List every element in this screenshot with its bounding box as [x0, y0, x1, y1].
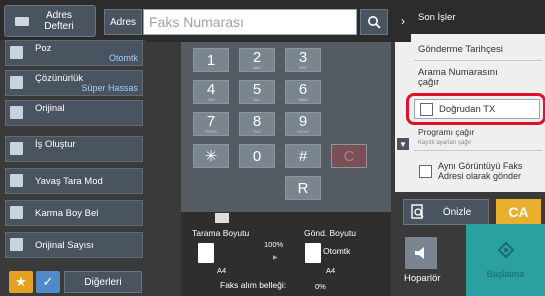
key-4[interactable]: 4 GHI [193, 80, 229, 104]
direct-tx-checkbox[interactable] [420, 102, 433, 116]
setting-value: Otomtk [108, 53, 138, 63]
chevron-down-icon: ▼ [399, 139, 407, 149]
address-book-icon [15, 16, 29, 26]
ratio-text: 100% [264, 240, 284, 249]
check-icon: ✓ [42, 274, 54, 289]
recent-jobs-label: Son İşler [418, 12, 456, 23]
key-6[interactable]: 6 MNO [285, 80, 321, 104]
check-settings-button[interactable]: ✓ [36, 271, 60, 293]
fax-memory-label: Faks alım belleği: [220, 280, 287, 290]
same-image-fax-label: Aynı Görüntüyü Faks Adresi olarak gönder [438, 161, 523, 181]
clear-all-button[interactable]: CA [496, 199, 541, 225]
setting-label: Çözünürlük [35, 73, 84, 84]
direct-tx-label: Doğrudan TX [439, 103, 496, 115]
setting-label: Yavaş Tara Mod [35, 176, 103, 187]
search-button[interactable] [360, 9, 388, 35]
same-image-fax-option[interactable]: Aynı Görüntüyü Faks Adresi olarak gönder [414, 158, 542, 184]
key-8[interactable]: 8 TUV [239, 112, 275, 136]
scan-page-icon[interactable] [198, 243, 214, 263]
star-icon: ★ [15, 274, 27, 289]
saved-settings-link[interactable]: Kayıtlı ayarları çağır [418, 140, 471, 146]
slow-scan-icon [10, 174, 23, 187]
send-page-icon[interactable] [305, 243, 321, 263]
chevron-right-icon: › [401, 14, 405, 28]
key-star[interactable]: ✳ [193, 144, 229, 168]
numeric-keypad: 1 2 ABC 3 DEF 4 GHI 5 JKL 6 MNO 7 PQRS 8 TUV 9W… [181, 42, 391, 212]
key-clear[interactable]: C [331, 144, 367, 168]
fax-memory-value: 0% [315, 282, 326, 291]
setting-label: Karma Boy Bel [35, 208, 99, 219]
key-7[interactable]: 7 PQRS [193, 112, 229, 136]
divider [414, 150, 542, 151]
address-button[interactable]: Adres [104, 9, 142, 35]
setting-original[interactable]: Orijinal [5, 100, 143, 126]
key-0[interactable]: 0 [239, 144, 275, 168]
exposure-icon [10, 46, 23, 59]
scan-size-label: Tarama Boyutu [192, 228, 250, 238]
call-number-link[interactable]: Arama Numarasını çağır [418, 68, 498, 88]
key-redial[interactable]: R [285, 176, 321, 200]
others-button[interactable]: Diğerleri [64, 271, 142, 293]
setting-original-count[interactable]: Orijinal Sayısı [5, 232, 143, 258]
same-image-fax-checkbox[interactable] [419, 164, 432, 178]
original-count-icon [10, 238, 23, 251]
program-call-link[interactable]: Programı çağır [418, 127, 474, 137]
setting-job-build[interactable]: İş Oluştur [5, 136, 143, 162]
key-3[interactable]: 3 DEF [285, 48, 321, 72]
setting-label: Orijinal Sayısı [35, 240, 94, 251]
scan-paper-size: A4 [217, 266, 227, 275]
speaker-icon [415, 247, 424, 259]
search-icon [368, 16, 381, 29]
scroll-down-button[interactable]: ▼ [397, 138, 409, 150]
key-2[interactable]: 2 ABC [239, 48, 275, 72]
favorite-button[interactable]: ★ [9, 271, 33, 293]
scanner-icon [215, 213, 229, 223]
resolution-icon [10, 76, 23, 89]
setting-exposure[interactable]: Poz Otomtk [5, 40, 143, 66]
preview-button[interactable]: Önizle [403, 199, 489, 225]
setting-value: Süper Hassas [81, 83, 138, 93]
job-build-icon [10, 142, 23, 155]
start-button[interactable]: Başlatma [466, 224, 545, 296]
setting-label: İş Oluştur [35, 139, 76, 150]
setting-label: Poz [35, 43, 52, 54]
address-book-button[interactable]: Adres Defteri [4, 5, 96, 37]
original-icon [10, 106, 23, 119]
start-label: Başlatma [486, 269, 525, 279]
key-9[interactable]: 9 WXYZ [285, 112, 321, 136]
setting-mixed-size[interactable]: Karma Boy Bel [5, 200, 143, 226]
preview-label: Önizle [442, 206, 472, 218]
fax-number-placeholder: Faks Numarası [149, 14, 244, 30]
fax-number-input[interactable]: Faks Numarası [143, 9, 357, 35]
speaker-button[interactable] [405, 237, 437, 269]
setting-slow-scan[interactable]: Yavaş Tara Mod [5, 168, 143, 194]
mixed-size-icon [10, 206, 23, 219]
setting-resolution[interactable]: Çözünürlük Süper Hassas [5, 70, 143, 96]
key-5[interactable]: 5 JKL [239, 80, 275, 104]
collapse-panel-button[interactable]: › [395, 0, 411, 42]
start-icon [497, 241, 514, 259]
speaker-label: Hoparlör [404, 273, 441, 284]
divider [414, 60, 542, 61]
preview-icon [411, 204, 424, 219]
direct-tx-option[interactable]: Doğrudan TX [414, 99, 540, 119]
arrow-right-icon: ▶ [273, 255, 278, 261]
key-hash[interactable]: # [285, 144, 321, 168]
send-size-label: Gönd. Boyutu [304, 228, 356, 238]
key-1[interactable]: 1 [193, 48, 229, 72]
send-size-value: Otomtk [323, 246, 351, 256]
send-history-link[interactable]: Gönderme Tarihçesi [418, 44, 503, 55]
address-book-label: Adres Defteri [44, 10, 74, 32]
send-paper-size: A4 [326, 266, 336, 275]
setting-label: Orijinal [35, 103, 65, 114]
recent-jobs-header[interactable]: Son İşler [411, 0, 545, 34]
